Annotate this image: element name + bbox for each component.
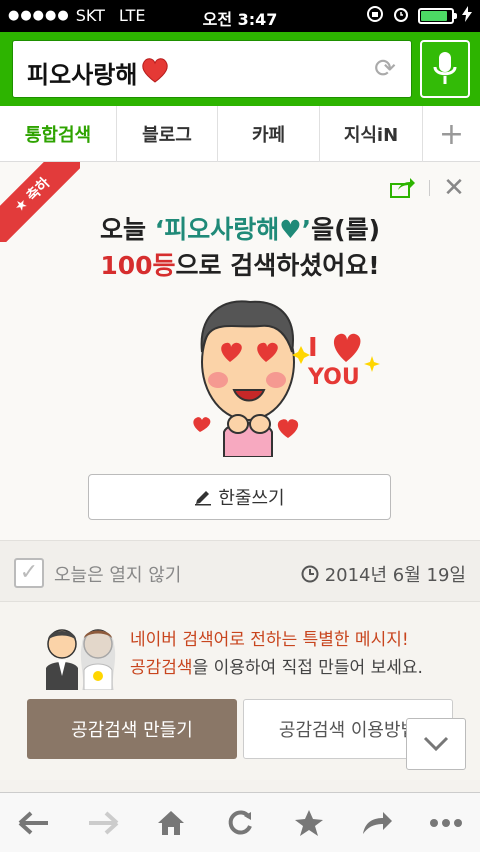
- dont-open-today-checkbox[interactable]: ✓: [14, 558, 44, 588]
- promo-section: 네이버 검색어로 전하는 특별한 메시지! 공감검색을 이용하여 직접 만들어 …: [0, 602, 480, 780]
- headline-query: ‘피오사랑해♥’: [154, 215, 312, 244]
- tab-knowledge-in[interactable]: 지식iN: [320, 106, 423, 162]
- search-bar: 피오사랑해 ⟳: [0, 32, 480, 106]
- share-icon: [363, 811, 393, 834]
- couple-illustration: [46, 629, 116, 690]
- dont-open-today-label[interactable]: 오늘은 열지 않기: [54, 561, 181, 587]
- refresh-button[interactable]: [216, 799, 264, 847]
- refresh-icon[interactable]: ⟳: [371, 55, 399, 83]
- make-search-button[interactable]: 공감검색 만들기: [27, 699, 237, 759]
- congrats-card: ★ 축하 ✕ 오늘 ‘피오사랑해♥’을(를) 100등으로 검색하셨어요! I …: [0, 162, 480, 540]
- share-icon[interactable]: [390, 176, 416, 198]
- forward-icon: [88, 811, 119, 834]
- clock-icon: [301, 565, 319, 583]
- battery-icon: [418, 8, 457, 24]
- search-query: 피오사랑해: [27, 61, 138, 89]
- search-input[interactable]: 피오사랑해 ⟳: [12, 40, 412, 98]
- charging-icon: [462, 6, 472, 26]
- more-icon: [429, 818, 462, 827]
- status-bar: ●●●●● SKT LTE 오전 3:47: [0, 0, 480, 32]
- heart-icon: [141, 57, 169, 89]
- scroll-down-button[interactable]: [406, 718, 466, 770]
- options-row: ✓ 오늘은 열지 않기 2014년 6월 19일: [0, 540, 480, 602]
- refresh-icon: [228, 809, 252, 834]
- love-heart-icon: [333, 333, 361, 362]
- promo-message: 네이버 검색어로 전하는 특별한 메시지! 공감검색을 이용하여 직접 만들어 …: [130, 626, 423, 682]
- back-icon: [18, 811, 49, 834]
- share-button[interactable]: [353, 799, 401, 847]
- character-illustration: I YOU: [193, 300, 380, 457]
- search-rank: 100등: [100, 251, 176, 280]
- headline-suffix: 을(를): [311, 215, 380, 244]
- headline: 오늘 ‘피오사랑해♥’을(를) 100등으로 검색하셨어요!: [0, 212, 480, 284]
- tab-add-button[interactable]: +: [423, 106, 480, 162]
- more-button[interactable]: [422, 799, 470, 847]
- home-button[interactable]: [147, 799, 195, 847]
- voice-search-button[interactable]: [420, 40, 470, 98]
- forward-button[interactable]: [79, 799, 127, 847]
- rank-suffix: 으로 검색하셨어요!: [175, 251, 380, 280]
- microphone-icon: [433, 52, 457, 84]
- back-button[interactable]: [10, 799, 58, 847]
- alarm-icon: [392, 5, 410, 27]
- headline-prefix: 오늘: [100, 215, 155, 244]
- browser-toolbar: [0, 792, 480, 852]
- search-tabs: 통합검색 블로그 카페 지식iN +: [0, 106, 480, 162]
- love-text-you: YOU: [307, 365, 360, 390]
- promo-line1: 네이버 검색어로 전하는 특별한 메시지!: [130, 630, 409, 650]
- bookmark-icon: [294, 809, 323, 836]
- write-comment-button[interactable]: 한줄쓰기: [88, 474, 391, 520]
- date-display: 2014년 6월 19일: [301, 561, 466, 587]
- tab-cafe[interactable]: 카페: [218, 106, 320, 162]
- promo-highlight: 공감검색: [130, 658, 193, 678]
- tab-blog[interactable]: 블로그: [117, 106, 218, 162]
- rotation-lock-icon: [366, 5, 384, 27]
- tab-integrated[interactable]: 통합검색: [0, 106, 117, 162]
- close-icon[interactable]: ✕: [440, 174, 468, 202]
- love-text-i: I: [308, 333, 318, 363]
- bookmark-button[interactable]: [285, 799, 333, 847]
- ribbon-label: 축하: [23, 175, 54, 205]
- pencil-icon: [195, 491, 212, 506]
- chevron-down-icon: [423, 736, 449, 752]
- date-text: 2014년 6월 19일: [324, 565, 466, 586]
- divider: [429, 180, 430, 196]
- home-icon: [158, 810, 185, 835]
- write-comment-label: 한줄쓰기: [218, 488, 285, 509]
- promo-line2: 을 이용하여 직접 만들어 보세요.: [192, 658, 423, 678]
